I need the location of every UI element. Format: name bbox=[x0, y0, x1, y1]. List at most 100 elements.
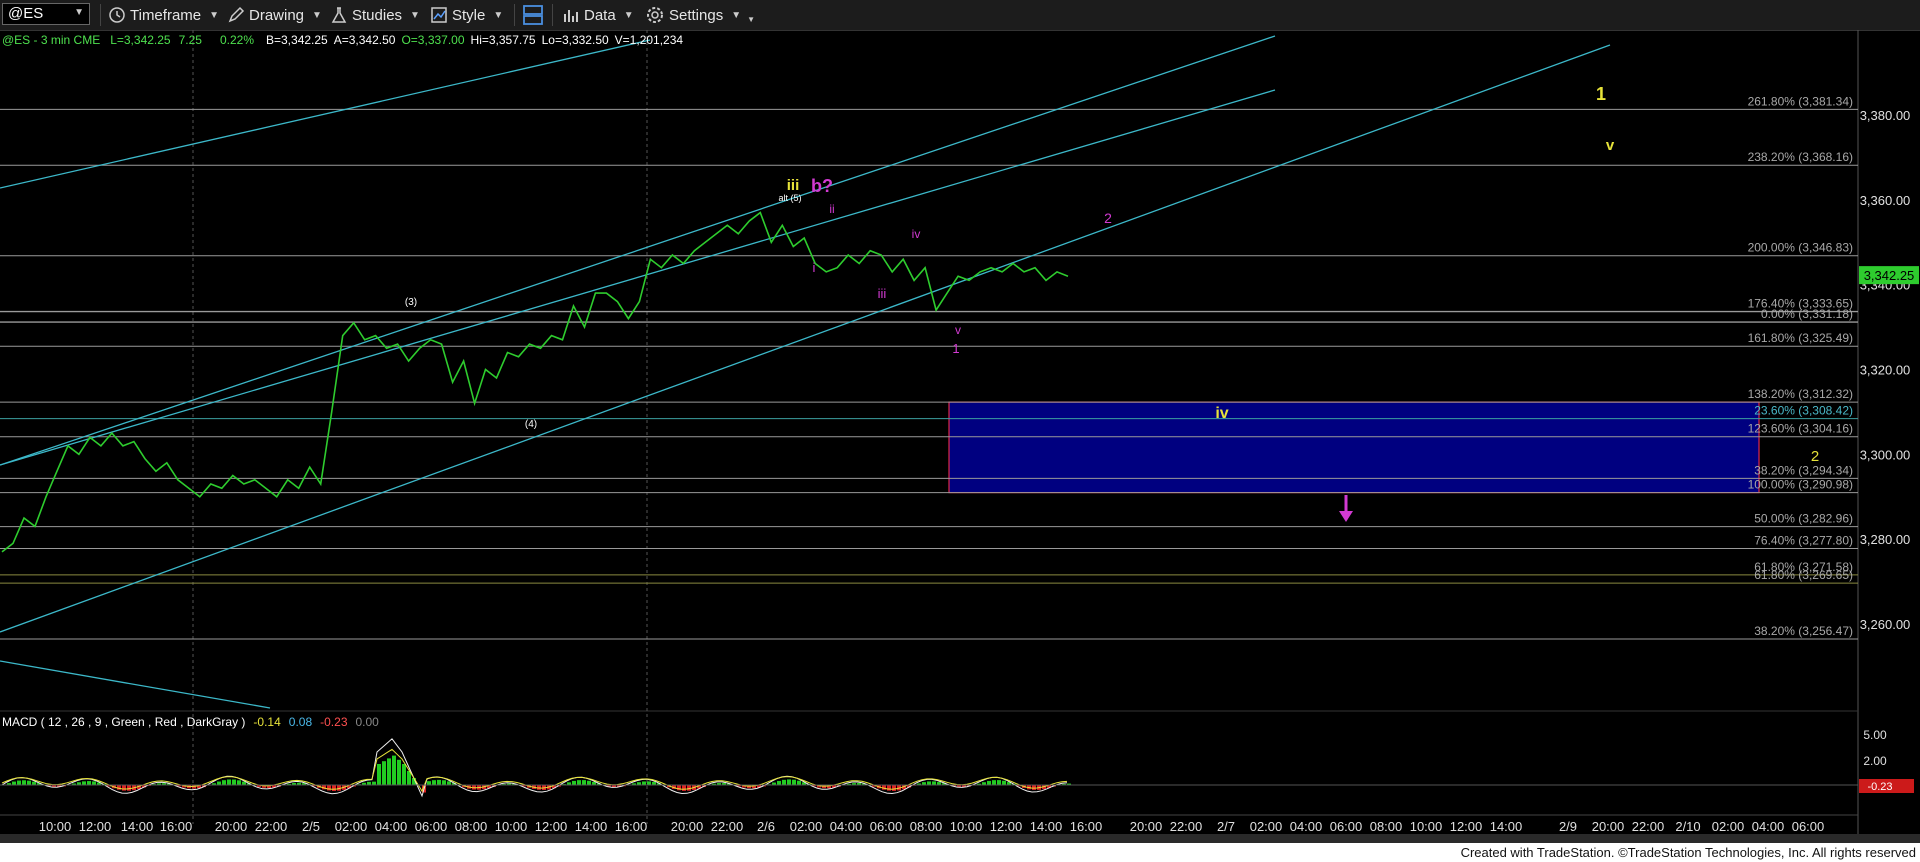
chart-area[interactable]: 261.80% (3,381.34) 238.20% (3,368.16) 200.… bbox=[0, 30, 1920, 834]
layout-button[interactable] bbox=[522, 4, 544, 26]
x-axis-tick-label: 06:00 bbox=[1330, 819, 1363, 834]
horizontal-scrollbar[interactable] bbox=[0, 834, 1920, 843]
channel-trendline bbox=[0, 35, 1276, 466]
wave-label: (3) bbox=[405, 297, 417, 308]
y-axis-tick-label: 3,380.00 bbox=[1860, 108, 1911, 123]
fib-level-label: 38.20% (3,294.34) bbox=[1754, 463, 1853, 477]
x-axis-tick-label: 20:00 bbox=[671, 819, 704, 834]
copyright-text: Created with TradeStation. ©TradeStation… bbox=[1460, 845, 1916, 860]
x-axis-tick-label: 12:00 bbox=[535, 819, 568, 834]
macd-histogram-bar bbox=[537, 785, 541, 790]
x-axis-tick-label: 2/5 bbox=[302, 819, 320, 834]
macd-value: -0.23 bbox=[320, 715, 348, 729]
x-axis-tick-label: 14:00 bbox=[1030, 819, 1063, 834]
fib-level-label: 0.00% (3,331.18) bbox=[1761, 307, 1853, 321]
x-axis-tick-label: 2/10 bbox=[1675, 819, 1700, 834]
fib-level-label: 123.60% (3,304.16) bbox=[1748, 422, 1853, 436]
wave-label: iii bbox=[878, 286, 887, 301]
symbol-input[interactable]: @ES ▼ bbox=[2, 3, 90, 25]
macd-histogram-bar bbox=[392, 755, 396, 786]
x-axis-tick-label: 22:00 bbox=[255, 819, 288, 834]
x-axis-tick-label: 06:00 bbox=[1792, 819, 1825, 834]
quote-volume: V=1,201,234 bbox=[615, 33, 684, 47]
settings-button[interactable]: Settings ▼ ▼ bbox=[645, 4, 755, 26]
timeframe-label: Timeframe bbox=[130, 6, 202, 24]
macd-histogram-bar bbox=[1032, 785, 1036, 790]
style-label: Style bbox=[452, 6, 486, 24]
chevron-down-icon[interactable]: ▼ bbox=[74, 7, 84, 18]
macd-histogram-bar bbox=[382, 761, 386, 786]
x-axis-tick-label: 16:00 bbox=[1070, 819, 1103, 834]
x-axis-tick-label: 22:00 bbox=[1632, 819, 1665, 834]
macd-histogram-bar bbox=[377, 764, 381, 786]
fib-level-label: 100.00% (3,290.98) bbox=[1748, 478, 1853, 492]
drawing-button[interactable]: Drawing ▼ bbox=[227, 4, 322, 26]
wave-label: 2 bbox=[1104, 210, 1112, 226]
bar-chart-icon bbox=[564, 10, 578, 22]
fib-level-label: 61.80% (3,269.65) bbox=[1754, 568, 1853, 582]
quote-high: Hi=3,357.75 bbox=[471, 33, 536, 47]
y-axis-tick-label: 3,360.00 bbox=[1860, 193, 1911, 208]
divider bbox=[514, 4, 515, 26]
macd-histogram-bar bbox=[327, 785, 331, 791]
x-axis-tick-label: 12:00 bbox=[79, 819, 112, 834]
last-price-label: 3,342.25 bbox=[1864, 268, 1915, 283]
y-axis-tick-label: 3,320.00 bbox=[1860, 363, 1911, 378]
macd-histogram-bar bbox=[387, 758, 391, 786]
flask-icon bbox=[331, 7, 347, 23]
macd-axis-label: 2.00 bbox=[1863, 754, 1887, 768]
chevron-down-icon: ▼ bbox=[747, 14, 756, 24]
timeframe-button[interactable]: Timeframe ▼ bbox=[108, 4, 219, 26]
settings-label: Settings bbox=[669, 6, 724, 24]
x-axis-tick-label: 04:00 bbox=[375, 819, 408, 834]
data-button[interactable]: Data ▼ bbox=[562, 4, 634, 26]
wave-label: 2 bbox=[1811, 448, 1819, 465]
x-axis-tick-label: 20:00 bbox=[1592, 819, 1625, 834]
wave-label: 1 bbox=[952, 341, 959, 356]
channel-trendline bbox=[0, 660, 271, 709]
studies-button[interactable]: Studies ▼ bbox=[330, 4, 420, 26]
quote-open: O=3,337.00 bbox=[401, 33, 464, 47]
macd-axis-label: 5.00 bbox=[1863, 728, 1887, 742]
style-button[interactable]: Style ▼ bbox=[430, 4, 503, 26]
quote-bid: B=3,342.25 bbox=[266, 33, 328, 47]
fib-level-label: 23.60% (3,308.42) bbox=[1754, 404, 1853, 418]
price-series-line bbox=[1, 211, 1069, 553]
quote-header: @ES - 3 min CME L=3,342.25 7.25 0.22% B=3,34… bbox=[2, 33, 683, 47]
x-axis-tick-label: 16:00 bbox=[615, 819, 648, 834]
x-axis-tick-label: 06:00 bbox=[870, 819, 903, 834]
macd-histogram-bar bbox=[682, 785, 686, 791]
fib-level-label: 50.00% (3,282.96) bbox=[1754, 512, 1853, 526]
x-axis-tick-label: 22:00 bbox=[1170, 819, 1203, 834]
y-axis-tick-label: 3,260.00 bbox=[1860, 617, 1911, 632]
quote-symbol-info: @ES - 3 min CME bbox=[2, 33, 100, 47]
wave-label: alt (5) bbox=[778, 193, 801, 203]
x-axis-tick-label: 12:00 bbox=[1450, 819, 1483, 834]
x-axis-tick-label: 20:00 bbox=[215, 819, 248, 834]
macd-value: 0.00 bbox=[356, 715, 380, 729]
y-axis-tick-label: 3,280.00 bbox=[1860, 532, 1911, 547]
x-axis-tick-label: 16:00 bbox=[160, 819, 193, 834]
macd-histogram-bar bbox=[677, 785, 681, 791]
chart-style-icon bbox=[431, 7, 447, 23]
down-arrow-icon bbox=[1339, 511, 1353, 522]
wave-label: (4) bbox=[525, 419, 537, 430]
macd-histogram-bar bbox=[122, 785, 126, 791]
x-axis-tick-label: 14:00 bbox=[575, 819, 608, 834]
y-axis-tick-label: 3,300.00 bbox=[1860, 447, 1911, 462]
fib-level-label: 238.20% (3,368.16) bbox=[1748, 150, 1853, 164]
x-axis-tick-label: 10:00 bbox=[1410, 819, 1443, 834]
chevron-down-icon: ▼ bbox=[623, 9, 634, 21]
quote-last: L=3,342.25 bbox=[110, 33, 171, 47]
macd-histogram-bar bbox=[402, 764, 406, 786]
quote-ask: A=3,342.50 bbox=[334, 33, 396, 47]
x-axis-tick-label: 08:00 bbox=[455, 819, 488, 834]
quote-change-pct: 0.22% bbox=[220, 33, 254, 47]
x-axis-tick-label: 22:00 bbox=[711, 819, 744, 834]
x-axis-tick-label: 02:00 bbox=[790, 819, 823, 834]
fib-level-label: 38.20% (3,256.47) bbox=[1754, 624, 1853, 638]
x-axis-tick-label: 02:00 bbox=[335, 819, 368, 834]
wave-label: ii bbox=[829, 202, 834, 216]
macd-histogram-bar bbox=[127, 785, 131, 791]
x-axis-tick-label: 08:00 bbox=[1370, 819, 1403, 834]
